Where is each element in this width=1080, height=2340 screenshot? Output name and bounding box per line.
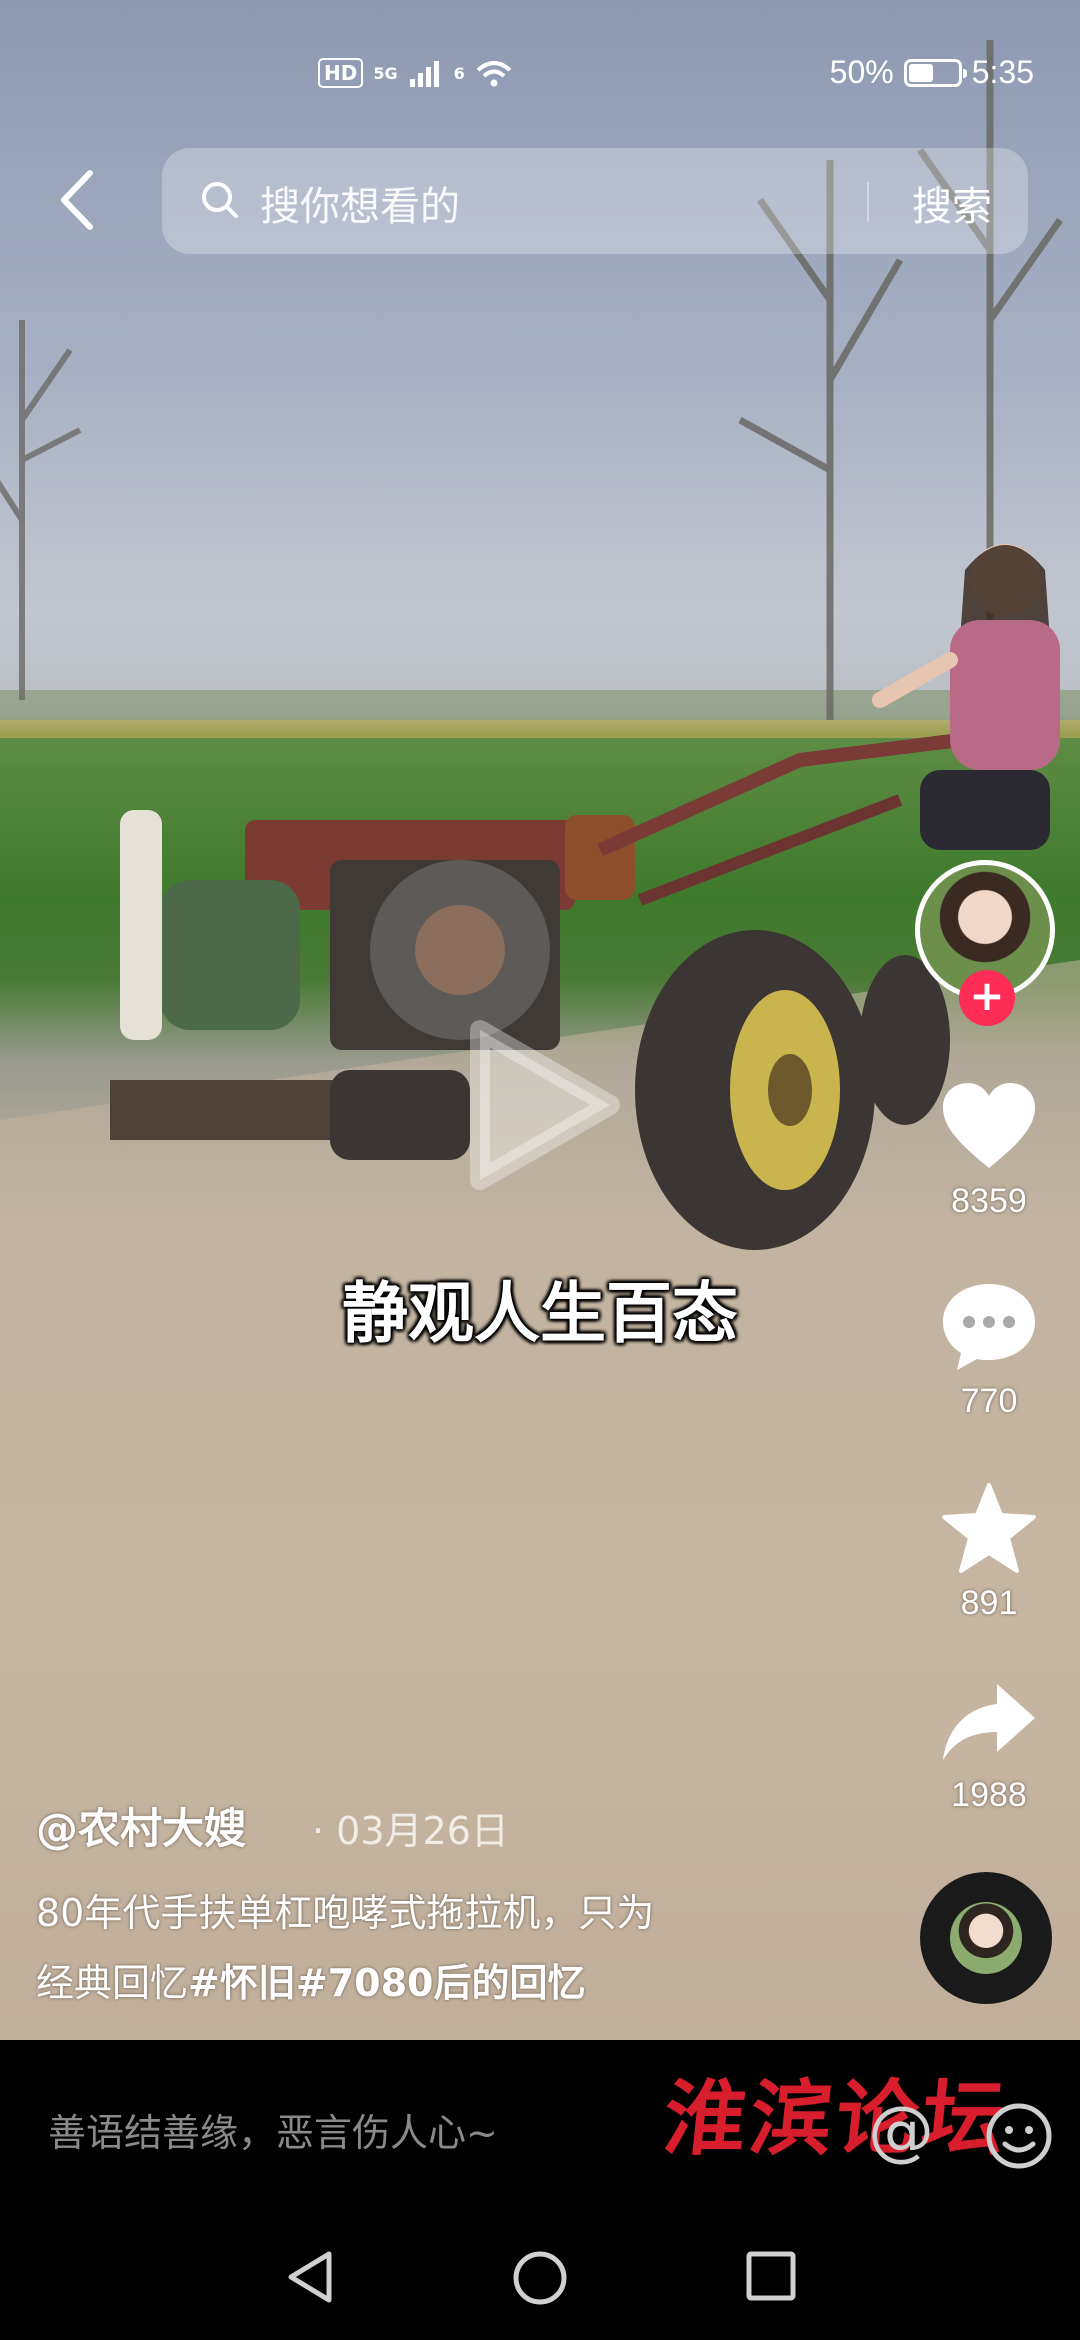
wifi-icon (476, 61, 512, 87)
search-button[interactable]: 搜索 (912, 174, 992, 232)
battery-fill (908, 63, 933, 82)
system-nav-bar (0, 2210, 1080, 2340)
search-input[interactable]: 搜你想看的 (260, 174, 460, 232)
hd-badge: HD (318, 58, 364, 88)
watermark-text: 淮滨论坛 (659, 2071, 1014, 2167)
play-icon (470, 1020, 620, 1190)
description-text: 经典回忆 (36, 1961, 189, 2005)
post-description: 80年代手扶单杠咆哮式拖拉机，只为 经典回忆#怀旧#7080后的回忆 (36, 1878, 816, 2018)
battery-icon (903, 58, 967, 87)
heart-icon (943, 1083, 1035, 1168)
search-divider (867, 182, 869, 222)
status-bar: HD 5G 6 50% 5:35 (0, 0, 1080, 150)
music-cover (950, 1902, 1022, 1974)
video-feed-screen: HD 5G 6 50% 5:35 搜你想看的 搜索 静观人生百态 + 8359 … (0, 0, 1080, 2340)
like-button[interactable]: 8359 (930, 1080, 1048, 1221)
description-line-1: 80年代手扶单杠咆哮式拖拉机，只为 (36, 1891, 655, 1935)
star-icon (942, 1483, 1036, 1573)
back-arrow-icon (61, 170, 93, 230)
share-count: 1988 (951, 1776, 1027, 1814)
video-caption: 静观人生百态 (342, 1275, 738, 1352)
comment-input[interactable]: 善语结善缘，恶言伤人心~ (48, 2102, 498, 2157)
nav-back-icon[interactable] (285, 2250, 335, 2304)
network-type: 5G (373, 63, 398, 83)
post-date: · 03月26日 (312, 1809, 509, 1853)
comment-bar: 善语结善缘，恶言伤人心~ 淮滨论坛 @ (0, 2040, 1080, 2210)
battery-percent: 50% (829, 54, 894, 90)
share-icon (943, 1684, 1035, 1760)
hashtags[interactable]: #怀旧#7080后的回忆 (188, 1961, 585, 2005)
description-line-2: 经典回忆#怀旧#7080后的回忆 (36, 1948, 816, 2018)
share-button[interactable]: 1988 (930, 1680, 1048, 1815)
comment-icon (943, 1284, 1035, 1370)
author-name[interactable]: @农村大嫂 (36, 1795, 246, 1856)
emoji-icon[interactable] (985, 2102, 1053, 2170)
nav-home-icon[interactable] (512, 2250, 568, 2306)
nav-recents-icon[interactable] (745, 2250, 797, 2302)
search-bar[interactable]: 搜你想看的 搜索 (162, 148, 1028, 254)
back-button[interactable] (50, 165, 110, 235)
favorite-count: 891 (960, 1584, 1018, 1622)
favorite-button[interactable]: 891 (930, 1482, 1048, 1623)
music-disc[interactable] (920, 1872, 1052, 2004)
status-left: HD 5G 6 (318, 58, 513, 88)
signal-icon (409, 61, 439, 87)
mention-button[interactable]: @ (868, 2092, 934, 2169)
clock: 5:35 (971, 54, 1034, 90)
comment-button[interactable]: 770 (930, 1280, 1048, 1421)
play-button[interactable] (460, 1010, 630, 1204)
comment-count: 770 (960, 1382, 1018, 1420)
search-icon (202, 182, 238, 218)
follow-button[interactable]: + (959, 970, 1015, 1026)
like-count: 8359 (951, 1182, 1027, 1220)
wifi-generation: 6 (453, 63, 465, 83)
status-right: 50% 5:35 (830, 54, 1034, 91)
